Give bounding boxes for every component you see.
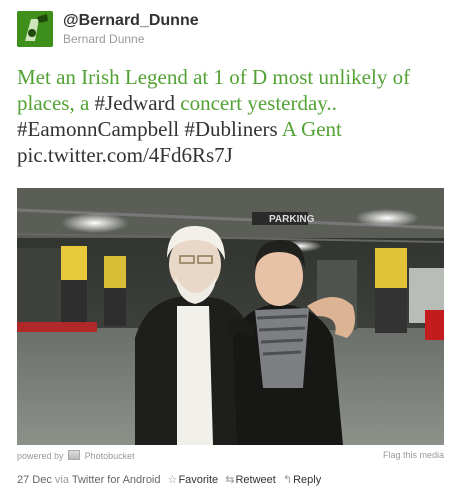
media-link[interactable]: pic.twitter.com/4Fd6Rs7J: [17, 143, 233, 167]
flag-media-link[interactable]: Flag this media: [383, 450, 444, 460]
powered-by-label: powered by: [17, 451, 64, 461]
tweet-text: Met an Irish Legend at 1 of D most unlik…: [17, 64, 462, 168]
media-footer: powered by Photobucket Flag this media: [17, 448, 444, 462]
user-handle[interactable]: @Bernard_Dunne: [63, 12, 199, 30]
favorite-icon: ☆: [167, 474, 178, 486]
tweet-timestamp[interactable]: 27 Dec: [17, 474, 52, 486]
retweet-button[interactable]: Retweet: [235, 474, 275, 486]
tweet-text-segment: concert yesterday..: [175, 91, 337, 115]
parking-sign-text: PARKING: [269, 214, 315, 225]
photobucket-icon: [68, 450, 81, 460]
tweet-text-segment: A Gent: [277, 117, 342, 141]
hashtag-jedward[interactable]: #Jedward: [95, 91, 175, 115]
user-full-name[interactable]: Bernard Dunne: [63, 32, 144, 46]
tweet-photo[interactable]: PARKING: [17, 188, 444, 445]
hashtag-eamonncampbell[interactable]: #EamonnCampbell: [17, 117, 179, 141]
via-label: via: [54, 474, 69, 486]
reply-icon: ↰: [282, 474, 293, 486]
powered-by: powered by Photobucket: [17, 450, 135, 461]
client-link[interactable]: Twitter for Android: [72, 474, 161, 486]
reply-button[interactable]: Reply: [293, 474, 321, 486]
retweet-icon: ⇆: [225, 474, 235, 486]
avatar[interactable]: [17, 11, 53, 47]
tweet-meta: 27 Dec via Twitter for Android ☆Favorite…: [17, 473, 321, 486]
hashtag-dubliners[interactable]: #Dubliners: [184, 117, 277, 141]
photobucket-link[interactable]: Photobucket: [85, 451, 135, 461]
favorite-button[interactable]: Favorite: [178, 474, 218, 486]
